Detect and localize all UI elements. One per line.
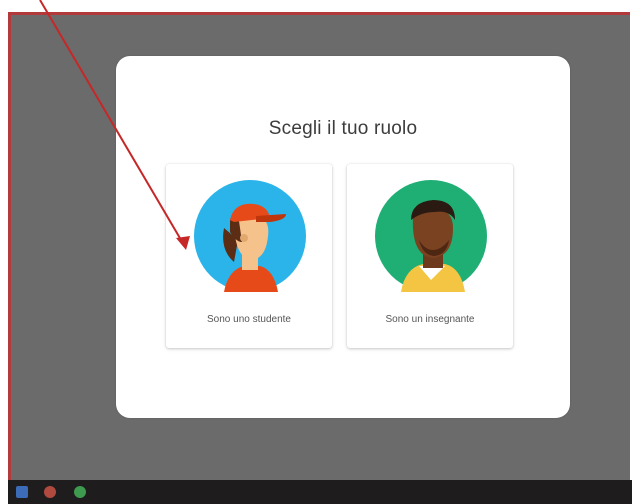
choose-role-dialog: Scegli il tuo ruolo Sono uno studente So… (116, 56, 570, 418)
teacher-icon (375, 180, 487, 292)
student-role-card[interactable]: Sono uno studente (166, 164, 332, 348)
start-icon[interactable] (16, 486, 28, 498)
dialog-title: Scegli il tuo ruolo (268, 118, 418, 139)
student-icon (194, 180, 306, 292)
student-role-label: Sono uno studente (207, 314, 291, 325)
teacher-role-label: Sono un insegnante (385, 314, 475, 325)
chrome-icon[interactable] (44, 486, 56, 498)
teacher-role-card[interactable]: Sono un insegnante (347, 164, 513, 348)
classroom-icon[interactable] (74, 486, 86, 498)
taskbar (8, 480, 632, 504)
